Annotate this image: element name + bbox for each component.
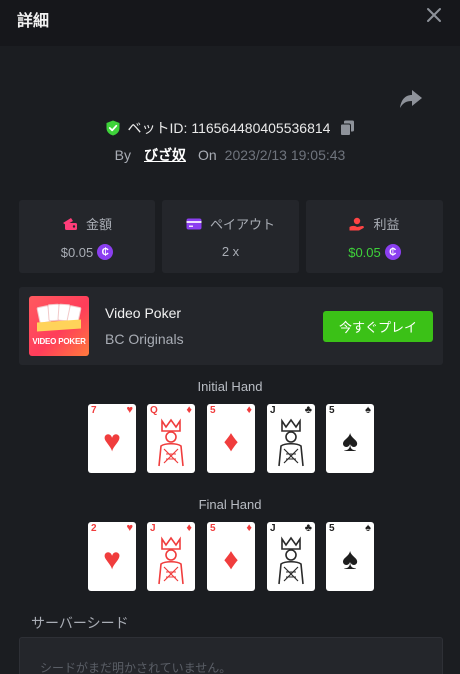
close-icon[interactable] <box>426 7 442 23</box>
card-suit-icon: ♦ <box>246 522 252 534</box>
card-suit-large-icon: ♥ <box>103 425 121 458</box>
game-name: Video Poker <box>105 305 182 321</box>
final-hand-card-3: 5 ♦ ♦ <box>207 522 255 591</box>
initial-hand-card-3: 5 ♦ ♦ <box>207 404 255 473</box>
shield-check-icon <box>106 120 120 136</box>
card-rank: 5 <box>329 405 335 416</box>
share-icon[interactable] <box>399 87 423 109</box>
stat-amount-label: 金額 <box>85 217 112 232</box>
bet-date: 2023/2/13 19:05:43 <box>224 147 346 163</box>
card-suit-icon: ♥ <box>126 522 133 534</box>
server-seed-title: サーバーシード <box>31 615 129 631</box>
card-rank: J <box>150 523 156 534</box>
thumbnail-text: VIDEO POKER <box>32 337 86 346</box>
initial-hand-card-1: 7 ♥ ♥ <box>88 404 136 473</box>
card-suit-icon: ♦ <box>246 404 252 416</box>
play-now-button[interactable]: 今すぐプレイ <box>323 311 433 342</box>
wallet-icon <box>62 217 77 230</box>
card-rank: J <box>270 405 276 416</box>
card-suit-icon: ♥ <box>126 404 133 416</box>
game-provider: BC Originals <box>105 331 184 347</box>
bet-id-label: ベットID: 116564480405536814 <box>127 120 331 136</box>
initial-hand-card-5: 5 ♠ ♠ <box>326 404 374 473</box>
stat-amount-value: $0.05 <box>60 244 94 260</box>
video-poker-thumbnail[interactable]: VIDEO POKER <box>29 296 89 356</box>
card-rank: J <box>270 523 276 534</box>
final-hand-title: Final Hand <box>198 497 262 512</box>
stat-profit-label: 利益 <box>373 217 400 232</box>
card-suit-icon: ♠ <box>365 522 371 534</box>
final-hand-card-5: 5 ♠ ♠ <box>326 522 374 591</box>
card-rank: 7 <box>91 405 97 416</box>
modal-header: 詳細 <box>0 0 460 46</box>
card-suit-icon: ♦ <box>186 522 192 534</box>
coin-icon: ₵ <box>384 244 401 260</box>
copy-icon[interactable] <box>340 120 355 136</box>
user-link[interactable]: びざ奴 <box>144 145 186 165</box>
initial-hand-title: Initial Hand <box>197 379 263 394</box>
card-rank: 5 <box>210 523 216 534</box>
card-suit-icon: ♠ <box>365 404 371 416</box>
stat-amount: 金額 $0.05 ₵ <box>19 200 155 273</box>
card-suit-large-icon: ♦ <box>223 425 239 458</box>
card-suit-large-icon: ♦ <box>223 543 239 576</box>
final-hand-card-2: J ♦ <box>147 522 195 591</box>
server-seed-box: シードがまだ明かされていません。 <box>19 637 443 674</box>
stat-payout-label: ペイアウト <box>209 217 275 232</box>
bet-id-row: ベットID: 116564480405536814 <box>0 118 460 138</box>
card-suit-icon: ♣ <box>304 522 312 534</box>
card-suit-icon: ♣ <box>304 404 312 416</box>
stat-profit: 利益 $0.05 ₵ <box>306 200 443 273</box>
card-icon <box>186 218 202 229</box>
initial-hand-card-2: Q ♦ <box>147 404 195 473</box>
by-label: By <box>114 147 131 163</box>
stat-profit-value: $0.05 <box>348 244 381 260</box>
server-seed-placeholder: シードがまだ明かされていません。 <box>40 661 232 674</box>
modal-title: 詳細 <box>17 13 50 30</box>
card-rank: 5 <box>329 523 335 534</box>
bet-author-row: By びざ奴 On 2023/2/13 19:05:43 <box>0 145 460 165</box>
stat-payout-value: 2 x <box>221 244 240 259</box>
game-card: VIDEO POKER Video Poker BC Originals 今すぐ… <box>19 287 443 365</box>
card-suit-large-icon: ♥ <box>103 543 121 576</box>
card-suit-large-icon: ♠ <box>342 543 358 576</box>
coin-icon: ₵ <box>97 244 114 260</box>
initial-hand-card-4: J ♣ <box>267 404 315 473</box>
final-hand-card-1: 2 ♥ ♥ <box>88 522 136 591</box>
profit-icon <box>349 217 365 230</box>
final-hand-card-4: J ♣ <box>267 522 315 591</box>
card-rank: 5 <box>210 405 216 416</box>
stat-payout: ペイアウト 2 x <box>162 200 299 273</box>
card-suit-icon: ♦ <box>186 404 192 416</box>
on-label: On <box>197 147 217 163</box>
card-rank: 2 <box>91 523 97 534</box>
card-rank: Q <box>150 405 158 416</box>
card-suit-large-icon: ♠ <box>342 425 358 458</box>
